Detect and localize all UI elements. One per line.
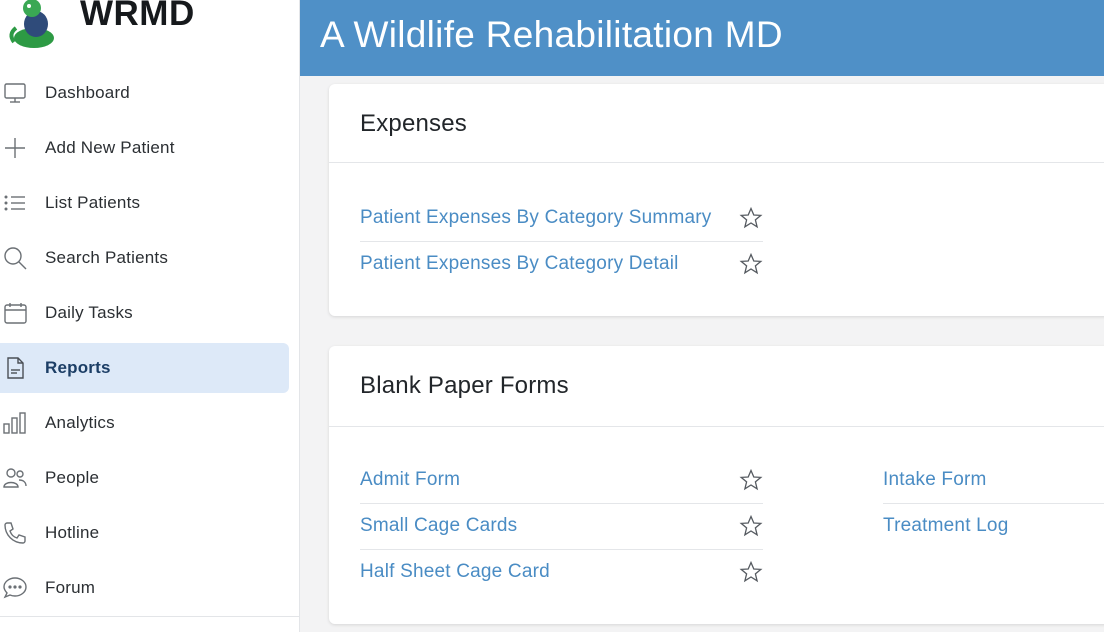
sidebar-item-reports[interactable]: Reports [0, 343, 289, 393]
card-header: Expenses [329, 84, 1104, 163]
people-icon [3, 468, 27, 488]
sidebar-item-analytics[interactable]: Analytics [0, 398, 289, 448]
sidebar-item-label: Hotline [45, 523, 100, 542]
sidebar-item-search-patients[interactable]: Search Patients [0, 233, 289, 283]
star-icon[interactable] [739, 560, 763, 584]
star-icon[interactable] [739, 206, 763, 230]
form-row: Half Sheet Cage Card [360, 549, 763, 595]
search-icon [4, 247, 27, 270]
list-icon [4, 195, 25, 211]
form-row: Small Cage Cards [360, 503, 763, 550]
expenses-card: Expenses Patient Expenses By Category Su… [329, 84, 1104, 316]
monitor-icon [4, 83, 26, 103]
star-icon[interactable] [739, 468, 763, 492]
sidebar-item-hotline[interactable]: Hotline [0, 508, 289, 558]
star-icon[interactable] [739, 514, 763, 538]
sidebar-item-label: Daily Tasks [45, 303, 133, 322]
logo-icon [9, 0, 54, 48]
sidebar-divider [0, 616, 299, 617]
report-link[interactable]: Patient Expenses By Category Summary [360, 207, 711, 229]
brand-name: WRMD [80, 0, 195, 33]
card-header: Blank Paper Forms [329, 346, 1104, 427]
card-title: Blank Paper Forms [360, 372, 569, 399]
form-link[interactable]: Admit Form [360, 469, 460, 491]
star-icon[interactable] [739, 252, 763, 276]
report-row: Patient Expenses By Category Summary [360, 195, 763, 242]
form-link[interactable]: Treatment Log [883, 515, 1008, 537]
sidebar-item-dashboard[interactable]: Dashboard [0, 68, 289, 118]
sidebar-item-list-patients[interactable]: List Patients [0, 178, 289, 228]
card-title: Expenses [360, 110, 467, 137]
form-row: Admit Form [360, 457, 763, 504]
sidebar-item-label: Forum [45, 578, 96, 597]
sidebar-item-label: Analytics [45, 413, 115, 432]
sidebar-item-forum[interactable]: Forum [0, 563, 289, 613]
phone-icon [4, 522, 26, 544]
sidebar: WRMD Dashboard Add New Patient List Pati… [0, 0, 300, 632]
calendar-icon [4, 303, 27, 324]
form-link[interactable]: Small Cage Cards [360, 515, 517, 537]
sidebar-item-label: Reports [45, 358, 111, 377]
document-icon [7, 357, 24, 379]
form-link[interactable]: Half Sheet Cage Card [360, 561, 550, 583]
sidebar-item-label: Dashboard [45, 83, 130, 102]
sidebar-item-label: List Patients [45, 193, 141, 212]
chat-bubble-icon [3, 577, 27, 599]
blank-forms-card: Blank Paper Forms Admit Form Small Cage … [329, 346, 1104, 624]
sidebar-item-daily-tasks[interactable]: Daily Tasks [0, 288, 289, 338]
sidebar-item-label: People [45, 468, 100, 487]
report-row: Patient Expenses By Category Detail [360, 241, 763, 287]
sidebar-item-add-new-patient[interactable]: Add New Patient [0, 123, 289, 173]
sidebar-item-label: Search Patients [45, 248, 169, 267]
form-link[interactable]: Intake Form [883, 469, 987, 491]
bar-chart-icon [3, 412, 26, 434]
page-title: A Wildlife Rehabilitation MD [320, 14, 783, 55]
page-header: A Wildlife Rehabilitation MD [300, 0, 1104, 76]
plus-icon [5, 138, 25, 158]
sidebar-item-label: Add New Patient [45, 138, 175, 157]
sidebar-item-people[interactable]: People [0, 453, 289, 503]
form-row: Intake Form [883, 457, 1104, 504]
report-link[interactable]: Patient Expenses By Category Detail [360, 253, 679, 275]
form-row: Treatment Log [883, 503, 1104, 549]
sidebar-nav: Dashboard Add New Patient List Patients [0, 68, 299, 618]
brand[interactable]: WRMD [0, 0, 299, 60]
